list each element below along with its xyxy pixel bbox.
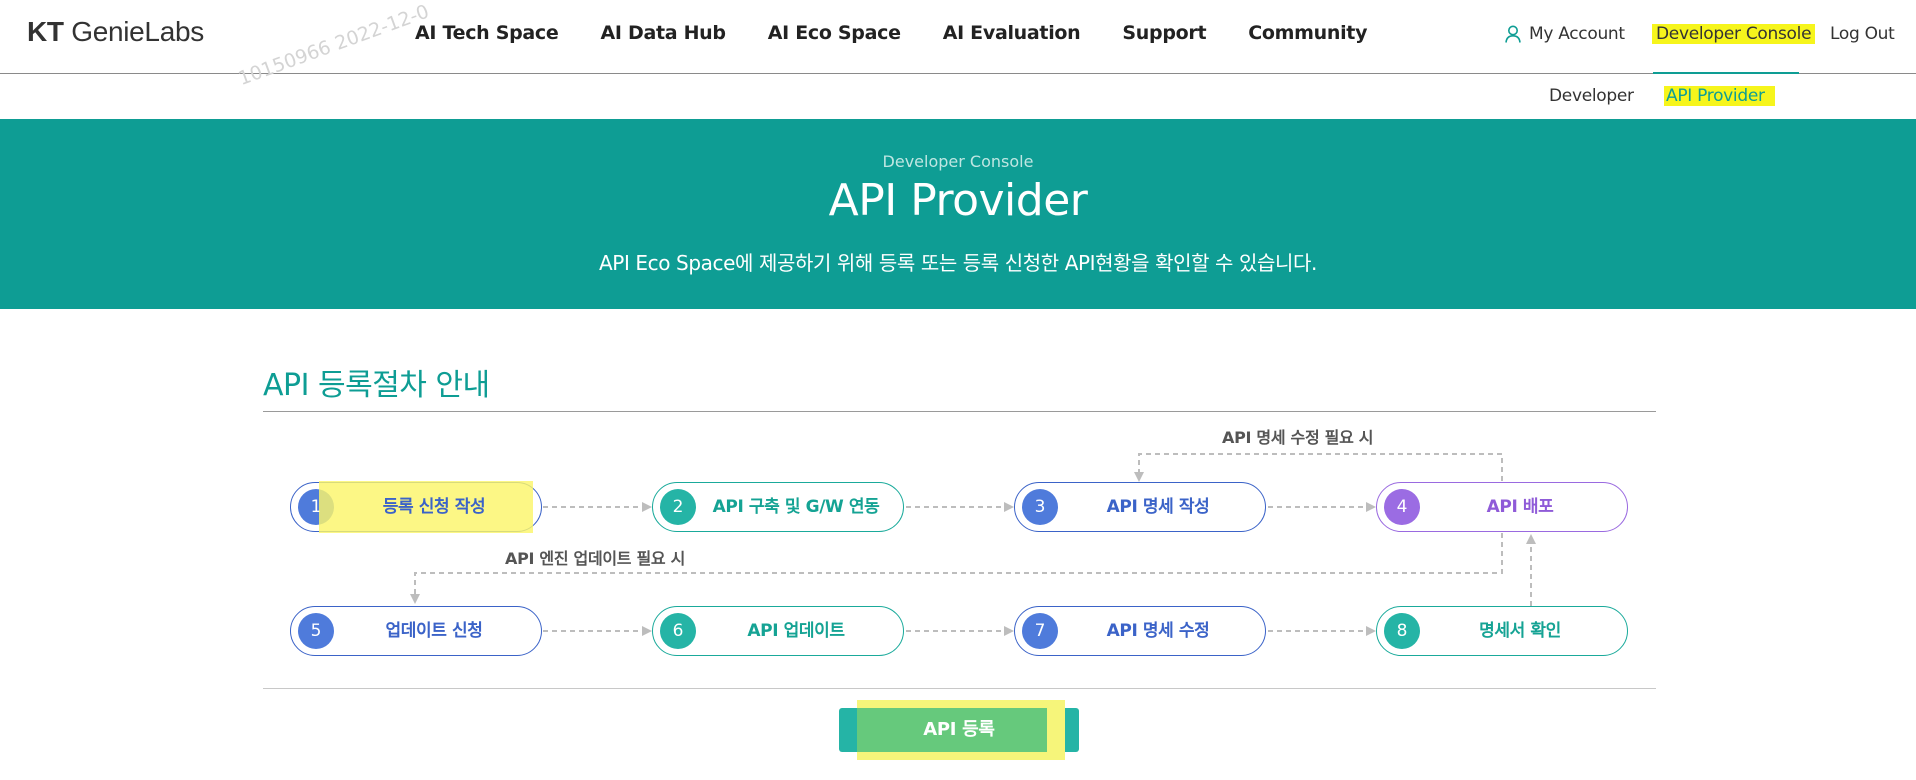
banner-eyebrow: Developer Console <box>882 152 1034 171</box>
step-label: API 명세 작성 <box>1106 497 1210 517</box>
step-1: 1 등록 신청 작성 <box>290 481 542 533</box>
active-menu-indicator <box>1653 72 1799 74</box>
step-number: 6 <box>660 613 696 649</box>
step-number: 3 <box>1022 489 1058 525</box>
step-5: 5 업데이트 신청 <box>290 606 542 656</box>
section-title: API 등록절차 안내 <box>263 368 490 403</box>
user-icon <box>1505 25 1521 43</box>
step-2: 2 API 구축 및 G/W 연동 <box>652 482 904 532</box>
main-nav: AI Tech Space AI Data Hub AI Eco Space A… <box>415 22 1409 44</box>
subnav-api-provider[interactable]: API Provider <box>1664 86 1775 106</box>
my-account-link[interactable]: My Account <box>1505 24 1625 44</box>
page-title: API Provider <box>828 175 1088 226</box>
banner-description: API Eco Space에 제공하기 위해 등록 또는 등록 신청한 API현… <box>599 251 1317 275</box>
log-out-link[interactable]: Log Out <box>1830 24 1895 44</box>
step-label: API 구축 및 G/W 연동 <box>712 497 880 517</box>
step-number: 2 <box>660 489 696 525</box>
section-divider-top <box>263 411 1656 412</box>
nav-community[interactable]: Community <box>1248 22 1367 44</box>
step-label: 등록 신청 작성 <box>382 497 486 517</box>
step-6: 6 API 업데이트 <box>652 606 904 656</box>
step-label: 업데이트 신청 <box>385 621 483 641</box>
note-engine-update: API 엔진 업데이트 필요 시 <box>505 549 686 568</box>
api-register-label: API 등록 <box>923 719 995 740</box>
kt-genielabs-logo[interactable]: KT GenieLabs <box>27 16 204 48</box>
nav-ai-tech-space[interactable]: AI Tech Space <box>415 22 559 44</box>
nav-ai-data-hub[interactable]: AI Data Hub <box>600 22 726 44</box>
subnav-developer[interactable]: Developer <box>1549 86 1634 106</box>
step-7: 7 API 명세 수정 <box>1014 606 1266 656</box>
my-account-label: My Account <box>1529 24 1625 44</box>
step-number: 8 <box>1384 613 1420 649</box>
step-label: API 명세 수정 <box>1106 621 1210 641</box>
nav-ai-eco-space[interactable]: AI Eco Space <box>768 22 901 44</box>
logo-brand: KT <box>27 16 64 47</box>
nav-support[interactable]: Support <box>1122 22 1206 44</box>
page-banner: Developer Console API Provider API Eco S… <box>0 119 1916 309</box>
global-header: KT GenieLabs AI Tech Space AI Data Hub A… <box>0 0 1916 74</box>
nav-ai-evaluation[interactable]: AI Evaluation <box>943 22 1081 44</box>
step-number: 7 <box>1022 613 1058 649</box>
step-8: 8 명세서 확인 <box>1376 606 1628 656</box>
step-number: 5 <box>298 613 334 649</box>
note-spec-change: API 명세 수정 필요 시 <box>1222 428 1374 447</box>
api-register-button[interactable]: API 등록 <box>839 700 1079 760</box>
section-divider-bottom <box>263 688 1656 689</box>
step-4: 4 API 배포 <box>1376 482 1628 532</box>
step-label: API 업데이트 <box>747 621 845 641</box>
step-label: API 배포 <box>1486 497 1554 517</box>
step-label: 명세서 확인 <box>1479 621 1561 641</box>
step-3: 3 API 명세 작성 <box>1014 482 1266 532</box>
developer-console-link[interactable]: Developer Console <box>1652 24 1816 44</box>
step-number: 4 <box>1384 489 1420 525</box>
logo-name: GenieLabs <box>71 16 204 47</box>
